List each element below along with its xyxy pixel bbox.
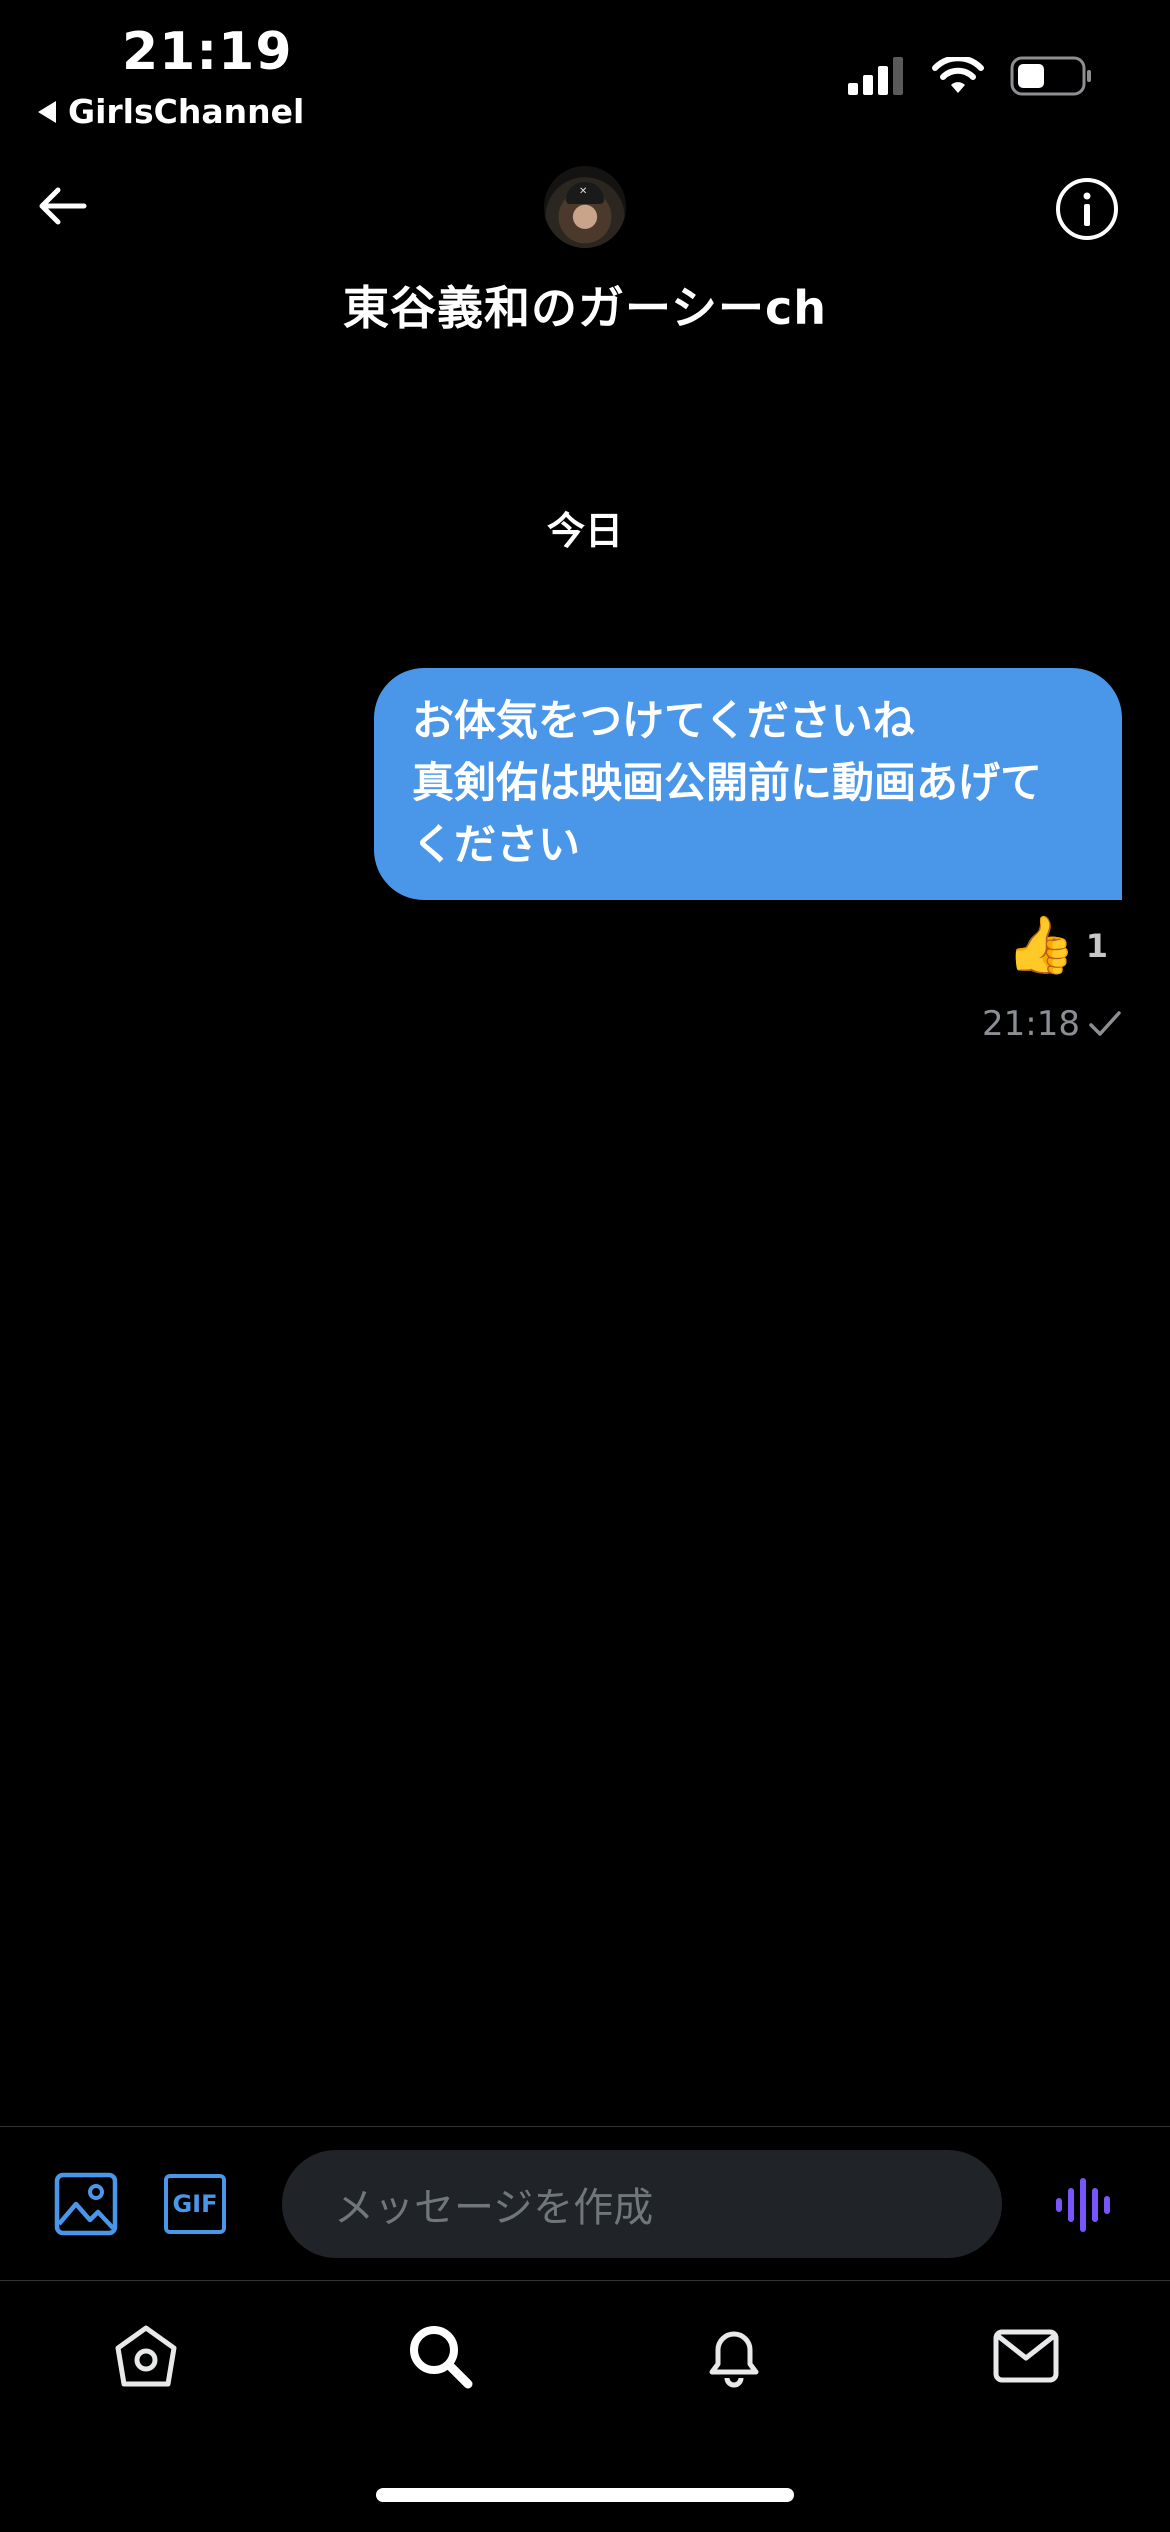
cellular-signal-icon xyxy=(848,57,903,95)
gif-button[interactable]: GIF xyxy=(164,2174,226,2234)
dm-conversation-screen: 21:19 GirlsChannel ✕ 東谷義和のガーシーch 今日 お体気を… xyxy=(0,0,1170,2532)
message-line: お体気をつけてくださいね xyxy=(412,696,915,745)
message-timestamp: 21:18 xyxy=(982,1004,1122,1044)
status-time: 21:19 xyxy=(122,22,293,82)
conversation-title[interactable]: 東谷義和のガーシーch xyxy=(0,272,1170,338)
avatar[interactable]: ✕ xyxy=(544,166,626,248)
search-icon[interactable] xyxy=(404,2320,476,2392)
message-bubble[interactable]: お体気をつけてくださいね 真剣佑は映画公開前に動画あげて ください xyxy=(374,668,1122,900)
image-icon[interactable] xyxy=(54,2172,118,2236)
tab-bar-divider xyxy=(0,2280,1170,2281)
message-reaction[interactable]: 👍 1 xyxy=(1006,918,1108,974)
reaction-count: 1 xyxy=(1085,927,1108,965)
home-icon[interactable] xyxy=(110,2320,182,2392)
message-line: ください xyxy=(412,820,581,869)
voice-message-icon[interactable] xyxy=(1054,2176,1116,2234)
battery-icon xyxy=(1010,56,1091,96)
messages-icon[interactable] xyxy=(990,2320,1062,2392)
back-app-label: GirlsChannel xyxy=(68,92,305,131)
sent-check-icon xyxy=(1089,1011,1121,1036)
message-input[interactable]: メッセージを作成 xyxy=(282,2150,1002,2258)
back-arrow-icon[interactable] xyxy=(34,178,90,234)
back-to-app[interactable]: GirlsChannel xyxy=(38,92,304,131)
message-line: 真剣佑は映画公開前に動画あげて xyxy=(412,758,1043,807)
avatar-mark: ✕ xyxy=(579,186,588,197)
date-separator: 今日 xyxy=(546,509,623,553)
thumbs-up-icon: 👍 xyxy=(1006,913,1076,978)
message-time: 21:18 xyxy=(982,1004,1080,1044)
home-indicator[interactable] xyxy=(376,2488,794,2502)
back-triangle-icon xyxy=(38,100,56,123)
composer-divider xyxy=(0,2126,1170,2127)
notifications-icon[interactable] xyxy=(698,2320,770,2392)
info-icon[interactable] xyxy=(1054,176,1120,242)
wifi-icon xyxy=(932,57,984,93)
status-icons xyxy=(848,56,1092,96)
